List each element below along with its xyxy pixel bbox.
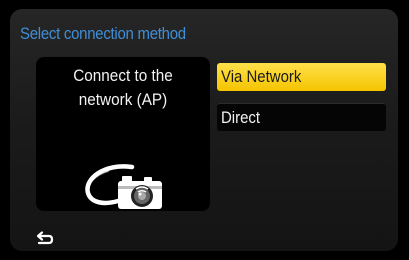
option-label: Direct	[221, 108, 261, 127]
info-line-2: network (AP)	[78, 90, 168, 109]
option-label: Via Network	[221, 67, 302, 86]
page-title: Select connection method	[20, 24, 186, 43]
info-line-1: Connect to the	[73, 66, 173, 85]
option-direct[interactable]: Direct	[217, 103, 386, 131]
info-description: Connect to the network (AP)	[36, 64, 210, 112]
option-via-network[interactable]: Via Network	[217, 63, 386, 91]
camera-screen: Select connection method Connect to the …	[0, 0, 409, 260]
camera-network-icon	[85, 164, 162, 209]
return-icon[interactable]	[34, 230, 54, 248]
info-panel: Connect to the network (AP)	[36, 57, 210, 211]
